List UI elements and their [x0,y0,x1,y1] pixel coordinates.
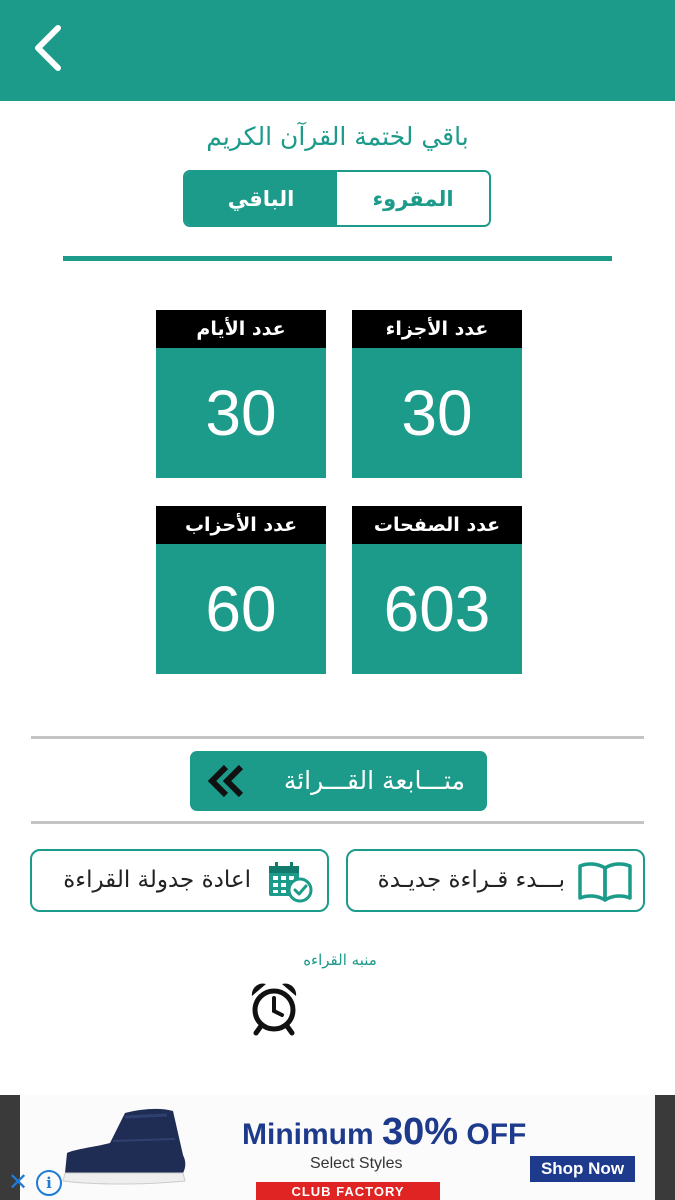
stat-value: 603 [383,573,491,645]
tab-remaining[interactable]: الباقي [185,172,337,225]
new-reading-label: بـــدء قـراءة جديـدة [377,867,565,893]
continue-reading-button[interactable]: متـــابعة القـــرائة [190,751,487,811]
ad-brand-logo: CLUB FACTORY [256,1182,440,1200]
divider-bottom [31,821,644,824]
stat-label: عدد الأحزاب [156,506,326,544]
alarm-clock-icon[interactable] [248,980,300,1036]
open-book-icon [578,862,632,902]
stat-juz: عدد الأجزاء 30 [352,310,522,478]
ad-headline-suffix: OFF [458,1118,527,1151]
page-title: باقي لختمة القرآن الكريم [206,122,469,151]
ad-shop-now-button[interactable]: Shop Now [530,1156,635,1182]
reschedule-reading-label: اعادة جدولة القراءة [63,867,251,893]
stat-hizb: عدد الأحزاب 60 [156,506,326,674]
stat-days: عدد الأيام 30 [156,310,326,478]
segmented-control: الباقي المقروء [183,170,491,227]
new-reading-button[interactable]: بـــدء قـراءة جديـدة [346,849,645,912]
stat-value: 30 [205,377,277,449]
ad-headline-prefix: Minimum [242,1118,382,1151]
ad-subtext: Select Styles [310,1155,403,1172]
tab-read[interactable]: المقروء [337,172,489,225]
app-header [0,0,675,101]
stat-value: 60 [205,573,277,645]
sneaker-image [62,1108,186,1185]
ad-border-right [655,1095,675,1200]
divider-top [31,736,644,739]
reschedule-reading-button[interactable]: اعادة جدولة القراءة [30,849,329,912]
ad-headline: Minimum 30% OFF [242,1111,526,1154]
close-icon[interactable]: ✕ [6,1168,30,1196]
stat-pages: عدد الصفحات 603 [352,506,522,674]
stat-label: عدد الأجزاء [352,310,522,348]
ad-headline-discount: 30% [382,1111,459,1153]
stat-label: عدد الأيام [156,310,326,348]
info-icon[interactable]: i [36,1170,62,1196]
alarm-label: منبه القراءه [303,951,377,969]
continue-reading-label: متـــابعة القـــرائة [283,766,465,795]
calendar-clock-icon [269,862,313,903]
section-divider [63,256,612,261]
chevron-left-icon[interactable] [22,22,74,74]
double-chevron-left-icon [207,764,244,798]
stat-label: عدد الصفحات [352,506,522,544]
stat-value: 30 [401,377,473,449]
